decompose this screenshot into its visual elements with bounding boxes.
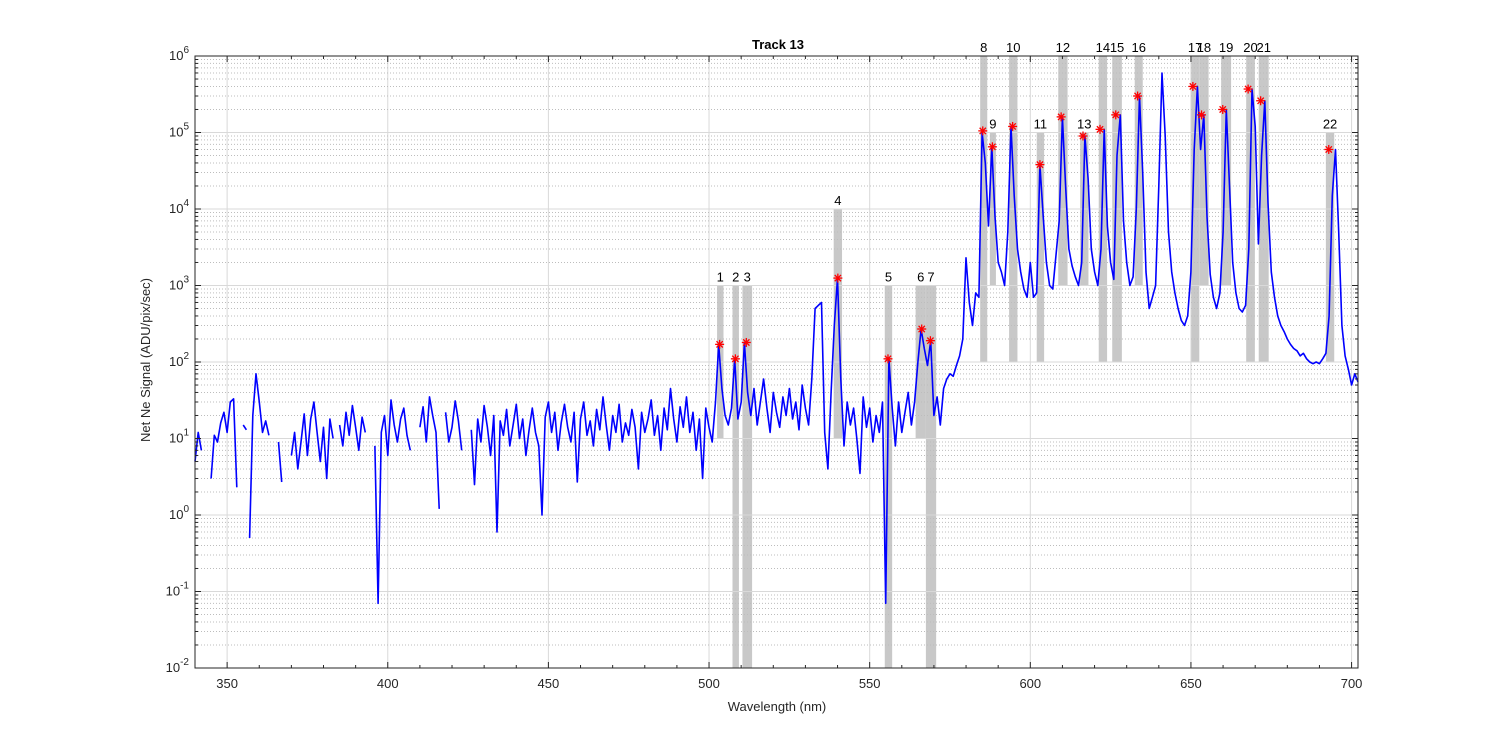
peak-label-21: 21	[1256, 40, 1270, 55]
peak-band-2	[732, 285, 739, 668]
peak-band-16	[1134, 56, 1143, 286]
x-axis-ticks: 350 400 450 500 550 600 650 700	[194, 56, 1363, 691]
spectrum-chart: 1 2 345 6 7891011121314 15 16 1718 19 202122 350 4…	[138, 37, 1363, 714]
peak-label-19: 19	[1219, 40, 1233, 55]
chart-title: Track 13	[752, 37, 804, 52]
peak-band-5	[884, 285, 893, 668]
spectrum-segment	[248, 372, 270, 539]
peak-marker-19	[1218, 104, 1228, 114]
peak-label-10: 10	[1006, 40, 1020, 55]
y-tick-label: 10-1	[166, 581, 190, 599]
y-tick-label: 102	[169, 351, 189, 369]
x-tick-label: 600	[1019, 676, 1041, 691]
peak-label-14: 14	[1096, 40, 1110, 55]
spectrum-segment	[210, 397, 238, 488]
peak-label-4: 4	[834, 193, 841, 208]
peak-label-7: 7	[927, 270, 934, 285]
spectrum-line	[194, 72, 1359, 605]
y-tick-label: 10-2	[166, 657, 190, 675]
peak-marker-8	[978, 126, 988, 136]
peak-marker-18	[1197, 110, 1207, 120]
spectrum-segment	[290, 401, 334, 480]
spectrum-segment	[277, 441, 283, 483]
peak-label-11: 11	[1034, 117, 1048, 132]
peak-band-18	[1199, 56, 1209, 286]
peak-label-9: 9	[989, 117, 996, 132]
peak-label-12: 12	[1056, 40, 1070, 55]
y-tick-label: 106	[169, 45, 189, 63]
peak-label-22: 22	[1323, 117, 1337, 132]
spectrum-segment	[374, 399, 412, 605]
peak-marker-11	[1035, 160, 1045, 170]
peak-label-8: 8	[980, 40, 987, 55]
peak-marker-1	[715, 339, 725, 349]
peak-markers	[715, 81, 1334, 364]
y-tick-label: 105	[169, 122, 189, 140]
y-tick-label: 101	[169, 428, 189, 446]
x-tick-label: 500	[698, 676, 720, 691]
y-tick-label: 104	[169, 198, 189, 216]
peak-label-1: 1	[717, 270, 724, 285]
peak-marker-7	[925, 336, 935, 346]
peak-marker-20	[1243, 84, 1253, 94]
peak-marker-9	[987, 142, 997, 152]
spectrum-segment	[194, 431, 203, 462]
peak-label-3: 3	[744, 270, 751, 285]
spectrum-segment	[444, 400, 463, 451]
y-axis-label: Net Ne Signal (ADU/pix/sec)	[138, 278, 153, 442]
peak-label-5: 5	[885, 270, 892, 285]
peak-label-15: 15	[1110, 40, 1124, 55]
x-tick-label: 650	[1180, 676, 1202, 691]
peak-band-12	[1058, 56, 1068, 286]
y-tick-label: 100	[169, 504, 189, 522]
peak-marker-12	[1056, 112, 1066, 122]
peak-label-6: 6	[917, 270, 924, 285]
peak-label-2: 2	[732, 270, 739, 285]
peak-label-13: 13	[1077, 117, 1091, 132]
x-tick-label: 700	[1341, 676, 1363, 691]
x-tick-label: 350	[216, 676, 238, 691]
peak-label-16: 16	[1131, 40, 1145, 55]
y-tick-label: 103	[169, 275, 189, 293]
peak-labels: 1 2 345 6 7891011121314 15 16 1718 19 202122	[717, 40, 1338, 285]
peak-band-22	[1325, 132, 1335, 362]
spectrum-segment	[470, 72, 1359, 605]
x-tick-label: 450	[538, 676, 560, 691]
spectrum-segment	[338, 404, 367, 452]
grid	[195, 56, 1358, 669]
spectrum-segment	[242, 424, 248, 431]
peak-marker-10	[1008, 121, 1018, 131]
x-axis-label: Wavelength (nm)	[728, 699, 827, 714]
x-tick-label: 400	[377, 676, 399, 691]
x-tick-label: 550	[859, 676, 881, 691]
peak-label-18: 18	[1197, 40, 1211, 55]
